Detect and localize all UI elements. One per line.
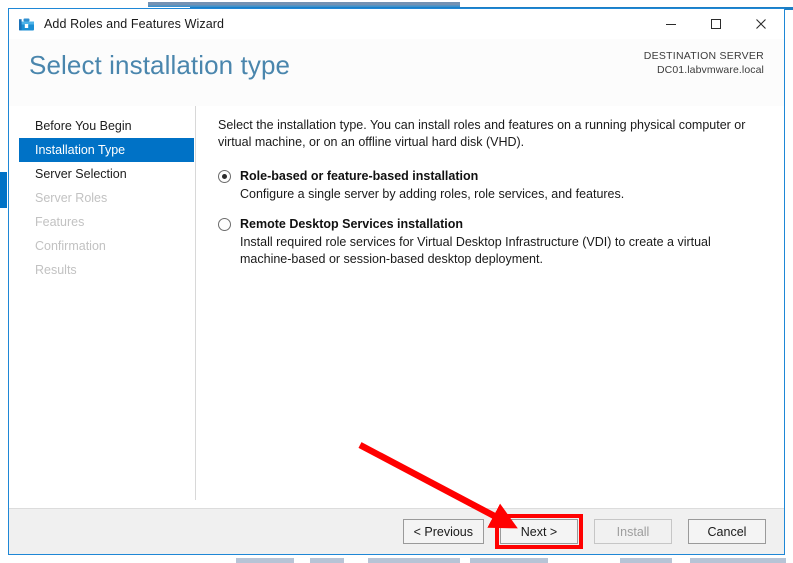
close-icon[interactable] — [738, 9, 784, 39]
previous-button[interactable]: < Previous — [402, 519, 484, 544]
radio-role-based[interactable] — [218, 170, 231, 183]
destination-server-label: DESTINATION SERVER — [643, 50, 764, 62]
nav-item-before-you-begin[interactable]: Before You Begin — [9, 114, 195, 138]
cancel-button-wrap: Cancel — [672, 519, 766, 544]
window-title: Add Roles and Features Wizard — [44, 17, 225, 31]
nav-item-server-roles: Server Roles — [35, 191, 108, 205]
minimize-icon[interactable] — [648, 9, 693, 39]
option-remote-desktop-services[interactable]: Remote Desktop Services installation Ins… — [218, 216, 762, 268]
previous-button-wrap: < Previous — [387, 519, 484, 544]
wizard-step-nav: Before You Begin Installation Type Serve… — [9, 106, 196, 508]
add-roles-and-features-wizard-window: Add Roles and Features Wizard Select ins… — [8, 8, 785, 555]
nav-item-server-selection[interactable]: Server Selection — [9, 162, 195, 186]
nav-item-installation-type[interactable]: Installation Type — [19, 138, 194, 162]
option-role-based-description: Configure a single server by adding role… — [240, 187, 625, 201]
background-bottom-fragment — [0, 555, 793, 563]
background-window-titlebar-fragment — [148, 0, 460, 7]
wizard-body: Before You Begin Installation Type Serve… — [9, 106, 784, 508]
next-button-wrap: Next > — [484, 514, 583, 549]
destination-server-block: DESTINATION SERVER DC01.labvmware.local — [644, 49, 764, 77]
page-header: Select installation type DESTINATION SER… — [9, 39, 784, 106]
install-button: Install — [594, 519, 672, 544]
background-right-edge-fragment — [785, 80, 793, 510]
content-pane: Select the installation type. You can in… — [195, 106, 784, 508]
nav-item-confirmation: Confirmation — [35, 239, 106, 253]
cancel-button[interactable]: Cancel — [688, 519, 766, 544]
install-button-wrap: Install — [578, 519, 672, 544]
option-remote-desktop-services-label: Remote Desktop Services installation — [240, 217, 463, 231]
toolbox-icon — [18, 16, 35, 33]
option-remote-desktop-services-description: Install required role services for Virtu… — [240, 235, 711, 266]
option-role-based[interactable]: Role-based or feature-based installation… — [218, 168, 762, 203]
title-bar: Add Roles and Features Wizard — [9, 9, 784, 39]
next-button[interactable]: Next > — [500, 519, 578, 544]
background-sidebar-tab-fragment — [0, 172, 7, 208]
maximize-icon[interactable] — [693, 9, 738, 39]
option-role-based-label: Role-based or feature-based installation — [240, 169, 479, 183]
wizard-footer: < Previous Next > Install Cancel — [9, 508, 784, 554]
page-title: Select installation type — [29, 50, 291, 80]
nav-item-features: Features — [35, 215, 85, 229]
intro-text: Select the installation type. You can in… — [218, 118, 746, 149]
window-controls — [648, 9, 784, 39]
radio-remote-desktop-services[interactable] — [218, 218, 231, 231]
nav-item-results: Results — [35, 263, 77, 277]
destination-server-value: DC01.labvmware.local — [656, 64, 764, 76]
